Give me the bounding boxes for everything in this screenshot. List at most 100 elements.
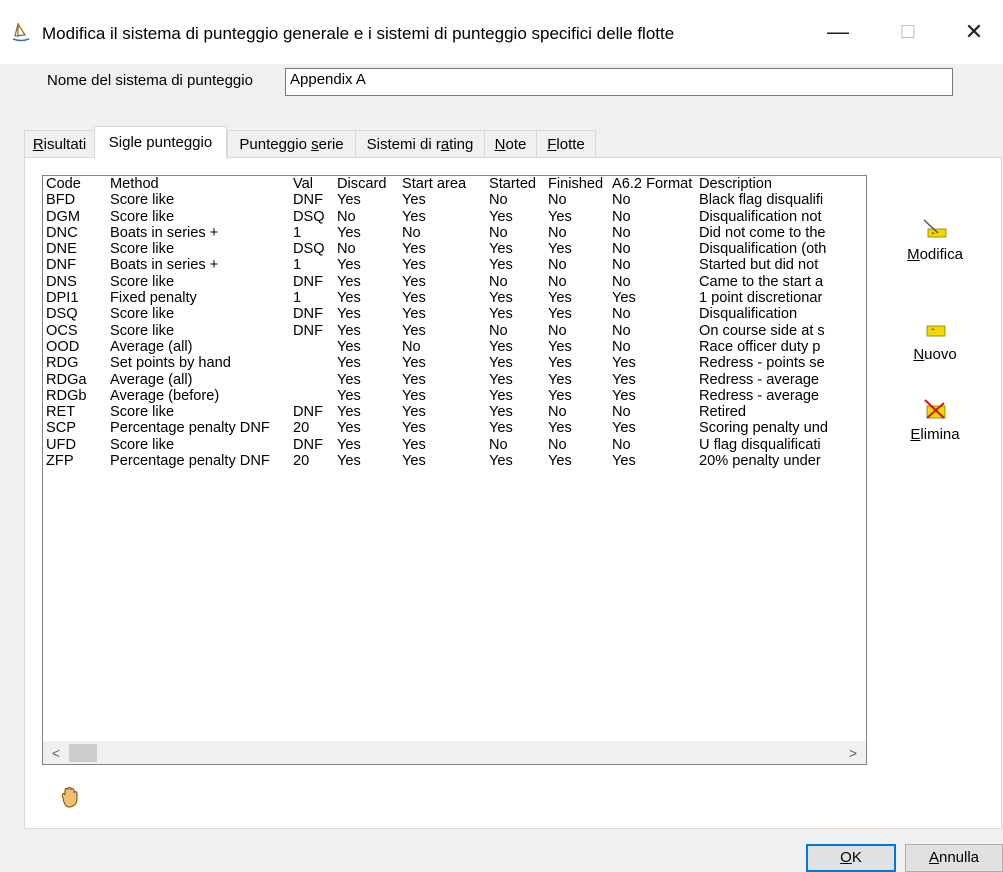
table-cell: No <box>402 338 421 355</box>
table-row[interactable]: DSQ Score like DNF Yes Yes Yes Yes No Disqualifi… <box>43 306 839 322</box>
table-cell: RDG <box>46 355 79 372</box>
table-cell: DSQ <box>293 208 325 225</box>
tab-sigle-punteggio[interactable]: Sigle punteggio <box>94 126 227 159</box>
table-cell: No <box>612 404 631 421</box>
table-row[interactable]: SCP Percentage penalty DNF 20 Yes Yes Yes Yes Y… <box>43 420 839 436</box>
new-button[interactable]: Nuovo <box>900 318 970 363</box>
table-cell: Yes <box>612 290 636 307</box>
table-cell: Yes <box>402 453 426 470</box>
table-cell: DSQ <box>46 306 78 323</box>
table-cell: Yes <box>548 290 572 307</box>
table-row[interactable]: DNE Score like DSQ No Yes Yes Yes No Disqualific… <box>43 241 839 257</box>
column-header[interactable]: Start area <box>402 176 489 192</box>
scoring-system-name-input[interactable]: Appendix A <box>285 68 953 96</box>
column-header[interactable]: Code <box>43 176 110 192</box>
tab-sistemi-di-rating[interactable]: Sistemi di rating <box>355 130 485 157</box>
tab-note[interactable]: Note <box>484 130 537 157</box>
table-cell: No <box>548 273 567 290</box>
table-cell: Set points by hand <box>110 355 231 372</box>
tab-flotte[interactable]: Flotte <box>536 130 596 157</box>
column-header[interactable]: Started <box>489 176 548 192</box>
column-header[interactable]: A6.2 Format <box>612 176 699 192</box>
table-cell: DSQ <box>293 241 325 258</box>
table-cell: DNF <box>293 306 323 323</box>
delete-button[interactable]: Elimina <box>900 398 970 443</box>
table-row[interactable]: OOD Average (all) Yes No Yes Yes No Race office… <box>43 339 839 355</box>
table-cell: 1 point discretionar <box>699 290 823 307</box>
table-cell: Yes <box>402 192 426 209</box>
table-cell: Scoring penalty und <box>699 420 828 437</box>
scroll-left-arrow-icon[interactable]: < <box>45 742 67 764</box>
column-header[interactable]: Val <box>293 176 337 192</box>
table-cell: Yes <box>489 453 513 470</box>
table-cell: No <box>337 208 356 225</box>
tab-risultati[interactable]: Risultati <box>24 130 95 157</box>
table-row[interactable]: UFD Score like DNF Yes Yes No No No U flag disqu… <box>43 437 839 453</box>
table-cell: OCS <box>46 322 78 339</box>
edit-button[interactable]: Modifica <box>900 218 970 263</box>
table-cell: Yes <box>489 387 513 404</box>
column-header[interactable]: Discard <box>337 176 402 192</box>
hand-icon[interactable] <box>58 786 80 808</box>
table-cell: Yes <box>548 420 572 437</box>
table-cell: No <box>612 338 631 355</box>
table-cell: Average (all) <box>110 371 193 388</box>
table-cell: Yes <box>337 338 361 355</box>
table-cell: Yes <box>489 208 513 225</box>
penalty-codes-list[interactable]: Code Method Val Discard Start area Start… <box>42 175 867 765</box>
table-cell: Score like <box>110 306 175 323</box>
table-cell: Boats in series + <box>110 224 219 241</box>
column-header[interactable]: Description <box>699 176 839 192</box>
table-cell: Score like <box>110 192 175 209</box>
scrollbar-thumb[interactable] <box>69 744 97 762</box>
table-cell: RDGb <box>46 387 87 404</box>
tab-punteggio-serie[interactable]: Punteggio serie <box>227 130 356 157</box>
table-cell: Redress - average <box>699 387 820 404</box>
table-cell: No <box>612 322 631 339</box>
minimize-button[interactable]: — <box>818 14 858 50</box>
table-cell: No <box>489 192 508 209</box>
table-row[interactable]: DNS Score like DNF Yes Yes No No No Came to the … <box>43 274 839 290</box>
table-cell: DNC <box>46 224 78 241</box>
table-row[interactable]: RET Score like DNF Yes Yes Yes No No Retired <box>43 404 839 420</box>
horizontal-scrollbar[interactable]: < > <box>43 741 866 764</box>
table-cell: DGM <box>46 208 81 225</box>
cancel-button[interactable]: Annulla <box>905 844 1003 872</box>
table-row[interactable]: ZFP Percentage penalty DNF 20 Yes Yes Yes Yes Y… <box>43 453 839 469</box>
table-row[interactable]: DNF Boats in series + 1 Yes Yes Yes No No Starte… <box>43 257 839 273</box>
table-cell: Disqualification not <box>699 208 822 225</box>
table-cell: Yes <box>548 387 572 404</box>
table-row[interactable]: OCS Score like DNF Yes Yes No No No On course si… <box>43 323 839 339</box>
close-button[interactable]: ✕ <box>954 14 994 50</box>
table-cell: 20 <box>293 453 310 470</box>
table-cell: Yes <box>489 241 513 258</box>
table-cell: Yes <box>548 453 572 470</box>
column-header[interactable]: Finished <box>548 176 612 192</box>
table-cell: Yes <box>337 306 361 323</box>
table-cell: Did not come to the <box>699 224 826 241</box>
table-row[interactable]: RDGb Average (before) Yes Yes Yes Yes Yes Redre… <box>43 388 839 404</box>
table-cell: Yes <box>337 290 361 307</box>
table-row[interactable]: DGM Score like DSQ No Yes Yes Yes No Disqualific… <box>43 209 839 225</box>
table-cell: DNF <box>293 322 323 339</box>
column-header[interactable]: Method <box>110 176 293 192</box>
table-cell: Yes <box>548 355 572 372</box>
table-row[interactable]: RDG Set points by hand Yes Yes Yes Yes Yes Redr… <box>43 355 839 371</box>
delete-icon <box>924 399 946 419</box>
maximize-button[interactable]: ☐ <box>888 14 928 50</box>
table-cell: 1 <box>293 224 302 241</box>
table-cell: Yes <box>489 371 513 388</box>
table-row[interactable]: DPI1 Fixed penalty 1 Yes Yes Yes Yes Yes 1 point… <box>43 290 839 306</box>
table-cell: Average (all) <box>110 338 193 355</box>
table-cell: DPI1 <box>46 290 79 307</box>
table-row[interactable]: RDGa Average (all) Yes Yes Yes Yes Yes Redress … <box>43 372 839 388</box>
table-cell: No <box>612 306 631 323</box>
table-row[interactable]: BFD Score like DNF Yes Yes No No No Black flag d… <box>43 192 839 208</box>
ok-button[interactable]: OK <box>806 844 896 872</box>
table-cell: Score like <box>110 273 175 290</box>
table-row[interactable]: DNC Boats in series + 1 Yes No No No No Did not … <box>43 225 839 241</box>
app-icon <box>12 22 30 42</box>
scroll-right-arrow-icon[interactable]: > <box>842 742 864 764</box>
table-cell: Score like <box>110 404 175 421</box>
table-cell: Came to the start a <box>699 273 824 290</box>
